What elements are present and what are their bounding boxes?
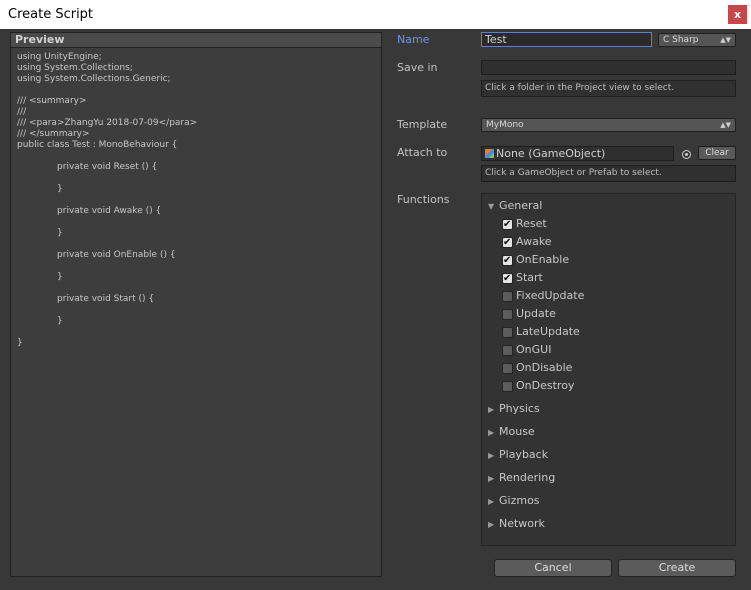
savein-input[interactable] [481,60,736,75]
window-title: Create Script [8,7,94,22]
checkbox-checked-icon[interactable] [502,217,513,233]
function-item-label: Update [516,307,556,320]
functions-list: ▼ General Reset Awake OnEnable Start FixedUpd… [481,193,736,546]
dropdown-arrows-icon: ▲▼ [720,121,731,129]
checkbox-unchecked-icon[interactable] [502,327,513,338]
triangle-right-icon: ▶ [488,428,495,437]
function-item-label: LateUpdate [516,325,580,338]
section-label: Physics [499,402,540,415]
object-picker-icon[interactable] [682,150,691,159]
section-mouse[interactable]: ▶ Mouse [488,424,535,440]
checkbox-unchecked-icon[interactable] [502,309,513,320]
code-line: } [17,228,63,238]
code-line: /// [17,107,27,117]
name-label: Name [397,33,430,46]
cancel-button[interactable]: Cancel [494,559,612,577]
triangle-right-icon: ▶ [488,474,495,483]
function-item-label: OnGUI [516,343,552,356]
dialog-body: Preview using UnityEngine; using System.C… [0,29,751,590]
function-item-label: OnDestroy [516,379,575,392]
clear-button[interactable]: Clear [698,146,736,160]
function-item-label: OnEnable [516,253,570,266]
dropdown-arrows-icon: ▲▼ [720,36,731,44]
section-label: Mouse [499,425,535,438]
code-line: } [17,338,23,348]
code-line: /// </summary> [17,129,90,139]
language-dropdown[interactable]: C Sharp ▲▼ [658,33,736,47]
code-preview: using UnityEngine; using System.Collectio… [17,52,377,349]
section-general[interactable]: ▼ General [488,198,542,214]
code-line: private void Start () { [17,294,155,304]
function-item-label: OnDisable [516,361,573,374]
section-label: Playback [499,448,549,461]
triangle-right-icon: ▶ [488,520,495,529]
code-line: private void Awake () { [17,206,162,216]
function-item-label: FixedUpdate [516,289,585,302]
name-input[interactable]: Test [481,32,652,47]
checkbox-checked-icon[interactable] [502,253,513,269]
section-physics[interactable]: ▶ Physics [488,401,540,417]
triangle-right-icon: ▶ [488,497,495,506]
title-bar: Create Script x [0,0,751,29]
savein-label: Save in [397,61,438,74]
checkbox-unchecked-icon[interactable] [502,363,513,374]
code-line: } [17,272,63,282]
code-line: public class Test : MonoBehaviour { [17,140,178,150]
close-icon[interactable]: x [728,5,747,24]
create-button[interactable]: Create [618,559,736,577]
section-gizmos[interactable]: ▶ Gizmos [488,493,540,509]
template-value: MyMono [486,120,524,130]
code-line: /// <para>ZhangYu 2018-07-09</para> [17,118,198,128]
section-network[interactable]: ▶ Network [488,516,545,532]
function-item-label: Start [516,271,543,284]
code-line: using System.Collections; [17,63,133,73]
language-value: C Sharp [663,35,699,45]
function-item-label: Reset [516,217,547,230]
attach-object-field[interactable]: None (GameObject) [481,146,674,161]
section-playback[interactable]: ▶ Playback [488,447,548,463]
template-label: Template [397,118,448,131]
checkbox-unchecked-icon[interactable] [502,381,513,392]
preview-panel: Preview using UnityEngine; using System.C… [10,32,382,577]
checkbox-checked-icon[interactable] [502,271,513,287]
function-item-label: Awake [516,235,552,248]
code-line: using UnityEngine; [17,52,102,62]
code-line: /// <summary> [17,96,87,106]
functions-label: Functions [397,193,450,206]
checkbox-unchecked-icon[interactable] [502,291,513,302]
checkbox-checked-icon[interactable] [502,235,513,251]
section-general-label: General [499,199,543,212]
section-label: Rendering [499,471,556,484]
triangle-right-icon: ▶ [488,405,495,414]
triangle-down-icon: ▼ [488,202,495,211]
gameobject-icon [485,149,494,158]
checkbox-unchecked-icon[interactable] [502,345,513,356]
section-label: Network [499,517,545,530]
attach-hint: Click a GameObject or Prefab to select. [481,165,736,182]
triangle-right-icon: ▶ [488,451,495,460]
section-rendering[interactable]: ▶ Rendering [488,470,555,486]
template-dropdown[interactable]: MyMono ▲▼ [481,118,736,132]
attach-label: Attach to [397,146,448,159]
preview-header: Preview [11,33,381,48]
section-label: Gizmos [499,494,540,507]
code-line: private void OnEnable () { [17,250,176,260]
code-line: } [17,316,63,326]
attach-value: None (GameObject) [496,147,606,160]
savein-hint: Click a folder in the Project view to se… [481,80,736,97]
code-line: } [17,184,63,194]
code-line: using System.Collections.Generic; [17,74,171,84]
code-line: private void Reset () { [17,162,158,172]
